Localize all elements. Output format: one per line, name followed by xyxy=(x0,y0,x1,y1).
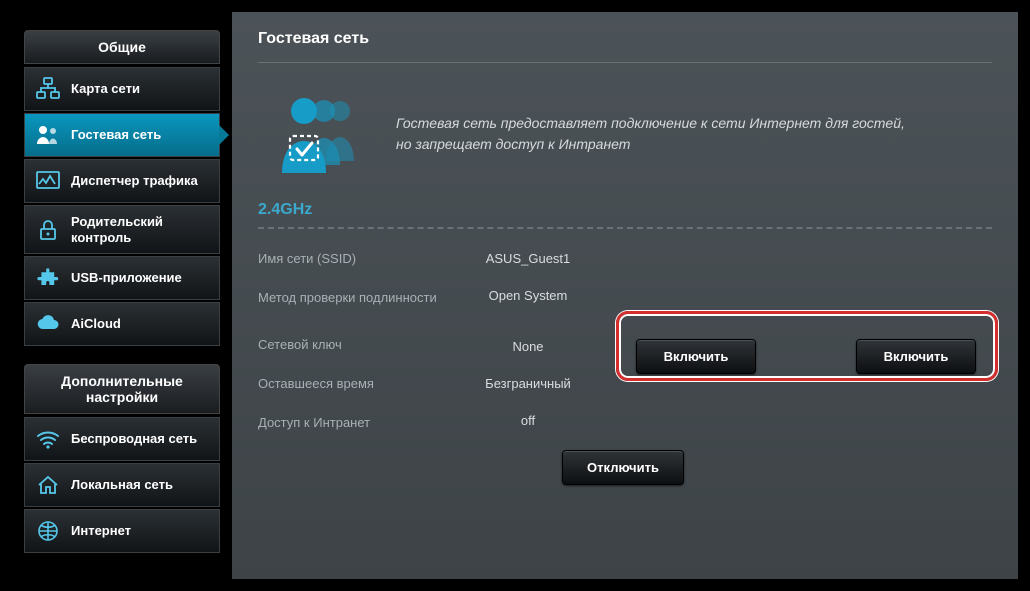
value-key: None xyxy=(448,339,608,354)
label-auth: Метод проверки подлинности xyxy=(258,290,448,307)
sidebar-group-general: Общие xyxy=(24,30,220,64)
settings-values: ASUS_Guest1 Open System None Безграничны… xyxy=(448,251,608,507)
value-auth: Open System xyxy=(448,288,608,303)
hero-line2: но запрещает доступ к Интранет xyxy=(396,136,630,152)
wifi-icon xyxy=(35,426,61,452)
label-intranet: Доступ к Интранет xyxy=(258,415,448,432)
guest-hero-icon xyxy=(268,89,368,179)
home-icon xyxy=(35,472,61,498)
hero-line1: Гостевая сеть предоставляет подключение … xyxy=(396,115,905,131)
enable-button-2[interactable]: Включить xyxy=(856,339,976,374)
value-intranet: off xyxy=(448,413,608,428)
settings-labels: Имя сети (SSID) Метод проверки подлиннос… xyxy=(258,251,448,507)
sidebar-item-parental-control[interactable]: Родительский контроль xyxy=(24,205,220,254)
sidebar-item-wireless[interactable]: Беспроводная сеть xyxy=(24,417,220,461)
hero-section: Гостевая сеть предоставляет подключение … xyxy=(258,89,992,179)
sidebar-item-label: USB-приложение xyxy=(71,270,182,286)
value-ssid: ASUS_Guest1 xyxy=(448,251,608,266)
sidebar-item-label: Гостевая сеть xyxy=(71,127,161,143)
sidebar-item-traffic-manager[interactable]: Диспетчер трафика xyxy=(24,159,220,203)
sidebar-item-network-map[interactable]: Карта сети xyxy=(24,67,220,111)
main-panel: Гостевая сеть Гостевая сеть предоставляе… xyxy=(232,12,1018,579)
enable-button-1[interactable]: Включить xyxy=(636,339,756,374)
sidebar-item-label: Карта сети xyxy=(71,81,140,97)
sidebar-group-advanced: Дополнительные настройки xyxy=(24,364,220,414)
sidebar-item-guest-network[interactable]: Гостевая сеть xyxy=(24,113,220,157)
value-time: Безграничный xyxy=(448,376,608,391)
label-ssid: Имя сети (SSID) xyxy=(258,251,448,268)
page-title: Гостевая сеть xyxy=(258,30,992,63)
sidebar-item-label: Локальная сеть xyxy=(71,477,173,493)
sidebar-item-label: Родительский контроль xyxy=(71,214,209,245)
label-time: Оставшееся время xyxy=(258,376,448,393)
sidebar-item-label: Беспроводная сеть xyxy=(71,431,197,447)
network-settings: Имя сети (SSID) Метод проверки подлиннос… xyxy=(258,251,992,507)
cloud-icon xyxy=(35,311,61,337)
guest-network-icon xyxy=(35,122,61,148)
sidebar-item-lan[interactable]: Локальная сеть xyxy=(24,463,220,507)
sidebar-item-internet[interactable]: Интернет xyxy=(24,509,220,553)
label-key: Сетевой ключ xyxy=(258,337,448,354)
lock-icon xyxy=(35,217,61,243)
sidebar-item-aicloud[interactable]: AiCloud xyxy=(24,302,220,346)
sidebar: Общие Карта сети Гостевая сеть Диспетчер… xyxy=(12,12,232,579)
puzzle-icon xyxy=(35,265,61,291)
sidebar-item-label: Диспетчер трафика xyxy=(71,173,198,189)
network-map-icon xyxy=(35,76,61,102)
enable-actions: Включить Включить xyxy=(608,251,992,507)
sidebar-item-label: Интернет xyxy=(71,523,131,539)
traffic-icon xyxy=(35,168,61,194)
band-label: 2.4GHz xyxy=(258,201,992,229)
sidebar-item-label: AiCloud xyxy=(71,316,121,332)
sidebar-item-usb-app[interactable]: USB-приложение xyxy=(24,256,220,300)
globe-icon xyxy=(35,518,61,544)
hero-description: Гостевая сеть предоставляет подключение … xyxy=(396,113,905,155)
